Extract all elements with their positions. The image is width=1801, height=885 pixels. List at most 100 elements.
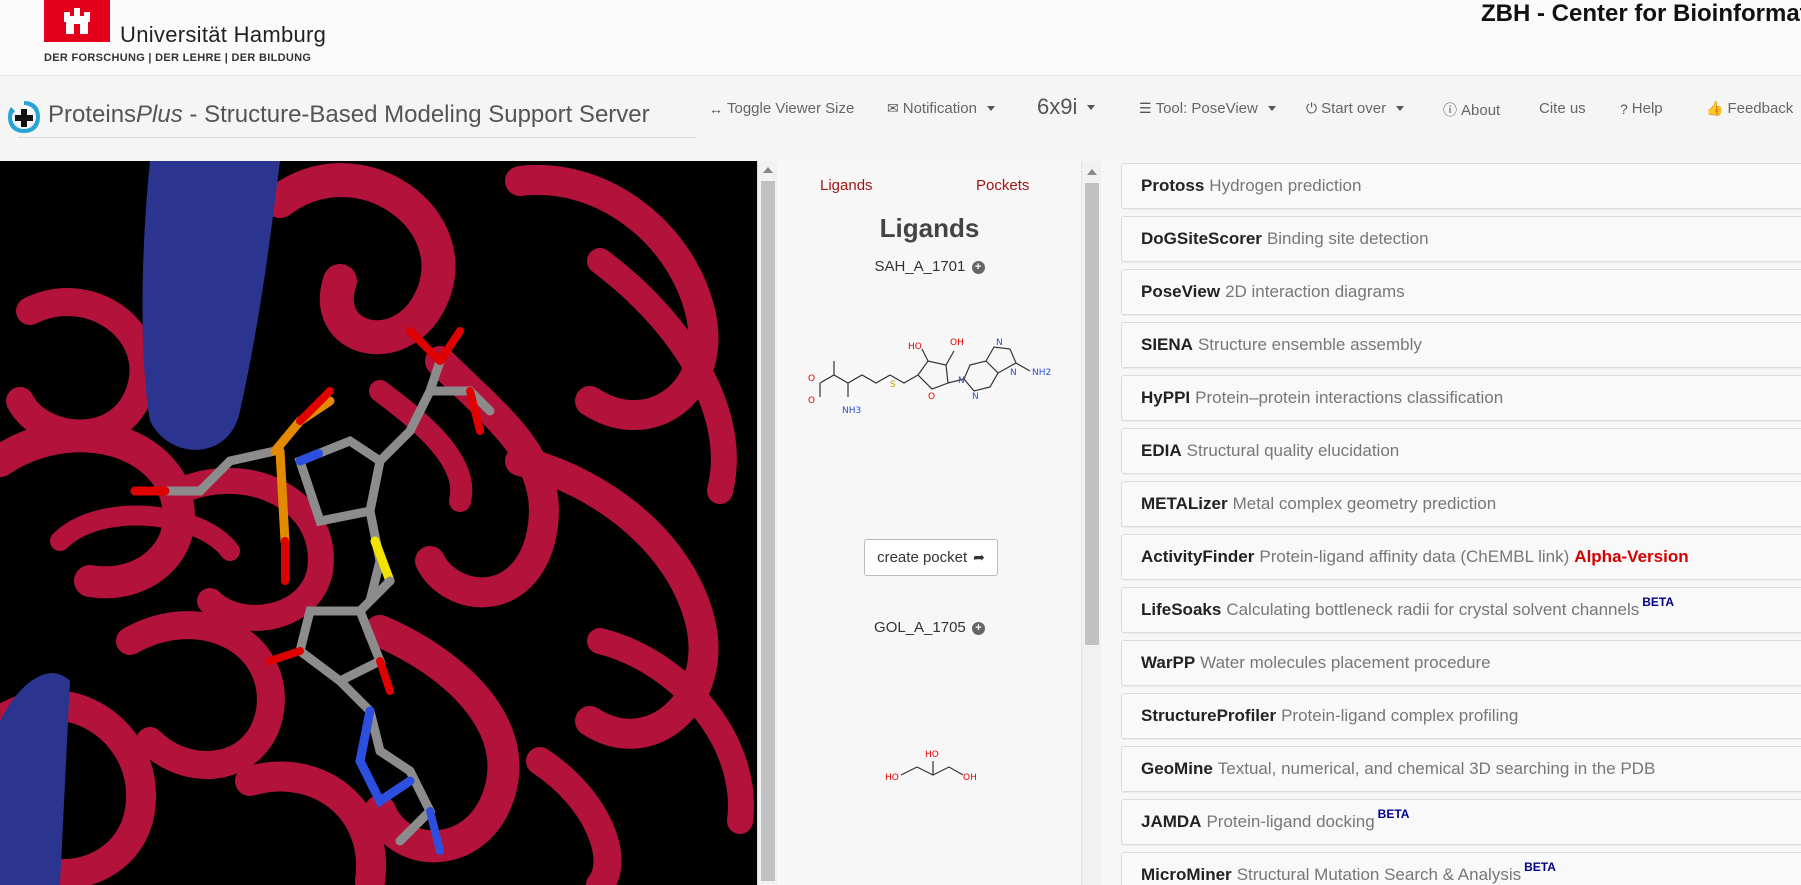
beta-badge: BETA [1377,807,1410,821]
tool-name: ActivityFinder [1141,547,1255,566]
site-title-italic: Plus [136,101,183,128]
horizontal-arrows-icon: ↔ [709,100,723,117]
site-title[interactable]: ProteinsPlus - Structure-Based Modeling … [48,101,650,129]
help-link[interactable]: ? Help [1620,100,1663,117]
gol-2d-structure[interactable]: HO HO OH [883,741,983,791]
scroll-up-arrow-icon[interactable] [1087,169,1097,175]
tab-pockets[interactable]: Pockets [976,177,1029,194]
tool-name: GeoMine [1141,759,1213,778]
tool-description: Protein-ligand docking [1206,812,1375,831]
atom-n: N [958,376,965,386]
proteinsplus-logo-icon[interactable] [6,99,42,135]
tool-dropdown[interactable]: ☰ Tool: PoseView [1139,100,1276,117]
toggle-viewer-label: Toggle Viewer Size [727,100,855,117]
navbar: ProteinsPlus - Structure-Based Modeling … [0,77,1801,161]
ligand-panel-scrollbar[interactable] [1081,161,1101,885]
university-logo[interactable] [44,0,110,42]
atom-o: O [808,396,815,406]
atom-n: N [996,338,1003,348]
plus-circle-icon[interactable]: + [971,261,985,274]
list-icon: ☰ [1139,100,1152,116]
sah-2d-structure[interactable]: O O NH3 S HO OH O N N N N NH2 [798,331,1068,451]
title-underline [18,137,696,138]
atom-s: S [890,380,896,390]
thumbs-up-icon: 👍 [1706,100,1724,116]
info-circle-icon: ⓘ [1443,102,1457,118]
scroll-up-arrow-icon[interactable] [763,167,773,173]
tool-item-jamda[interactable]: JAMDA Protein-ligand docking BETA [1121,799,1801,845]
question-circle-icon: ? [1620,100,1628,117]
about-link[interactable]: ⓘ About [1443,100,1500,120]
caret-down-icon [1396,106,1405,111]
university-name: Universität Hamburg [120,22,327,47]
tool-description: Water molecules placement procedure [1200,653,1491,672]
protein-ribbon-render [0,161,757,885]
alpha-version-badge: Alpha-Version [1574,547,1689,566]
ligand-item-gol[interactable]: GOL_A_1705 + [778,619,1081,636]
atom-n: N [972,392,979,402]
atom-o: O [808,374,815,384]
tool-item-siena[interactable]: SIENA Structure ensemble assembly [1121,322,1801,368]
beta-badge: BETA [1524,860,1556,874]
university-tagline: DER FORSCHUNG | DER LEHRE | DER BILDUNG [44,52,312,64]
tool-item-edia[interactable]: EDIA Structural quality elucidation [1121,428,1801,474]
tool-item-warpp[interactable]: WarPP Water molecules placement procedure [1121,640,1801,686]
tool-description: Hydrogen prediction [1209,176,1362,195]
tool-description: Protein-ligand affinity data (ChEMBL lin… [1259,547,1570,566]
top-banner: Universität Hamburg DER FORSCHUNG | DER … [0,0,1801,76]
tool-item-activityfinder[interactable]: ActivityFinder Protein-ligand affinity da… [1121,534,1801,580]
feedback-label: Feedback [1727,100,1794,117]
atom-ho: HO [925,750,939,760]
toggle-viewer-size-button[interactable]: ↔ Toggle Viewer Size [709,100,854,117]
atom-nh3: NH3 [842,406,861,416]
scrollbar-thumb[interactable] [761,181,775,881]
share-arrow-icon: ➦ [973,549,985,565]
cite-us-link[interactable]: Cite us [1539,100,1586,117]
tool-item-hyppi[interactable]: HyPPI Protein–protein interactions classi… [1121,375,1801,421]
notification-dropdown[interactable]: ✉ Notification [887,100,995,117]
notification-label: Notification [902,100,977,117]
molecule-3d-viewer[interactable] [0,161,757,885]
tool-item-dogsitescorer[interactable]: DoGSiteScorer Binding site detection [1121,216,1801,262]
scrollbar-thumb[interactable] [1085,183,1099,645]
tool-label: Tool: PoseView [1155,100,1258,117]
envelope-icon: ✉ [887,100,899,116]
pdb-code-label: 6x9i [1037,94,1078,119]
tool-item-structureprofiler[interactable]: StructureProfiler Protein-ligand complex … [1121,693,1801,739]
viewer-scrollbar[interactable] [757,161,777,885]
tool-item-microminer[interactable]: MicroMiner Structural Mutation Search & A… [1121,852,1801,885]
tool-name: JAMDA [1141,812,1202,831]
plus-circle-icon[interactable]: + [971,622,985,635]
cite-us-label: Cite us [1539,100,1586,117]
tool-item-metalizer[interactable]: METALizer Metal complex geometry predicti… [1121,481,1801,527]
create-pocket-button[interactable]: create pocket ➦ [864,539,998,576]
zbh-title: ZBH - Center for Bioinformatics [1481,0,1801,27]
start-over-dropdown[interactable]: ⏻ Start over [1306,100,1405,117]
atom-oh: OH [963,773,977,783]
pdb-code-dropdown[interactable]: 6x9i [1037,94,1096,120]
tool-item-lifesoaks[interactable]: LifeSoaks Calculating bottleneck radii fo… [1121,587,1801,633]
tool-description: Calculating bottleneck radii for crystal… [1226,600,1640,619]
tool-item-protoss[interactable]: Protoss Hydrogen prediction [1121,163,1801,209]
tool-name: PoseView [1141,282,1221,301]
tool-description: Structure ensemble assembly [1197,335,1422,354]
atom-n: N [1010,368,1017,378]
ligand-name: SAH_A_1701 [874,258,966,275]
site-title-prefix: Proteins [48,101,137,128]
tool-name: MicroMiner [1141,865,1232,884]
tool-description: Structural quality elucidation [1186,441,1400,460]
tool-item-geomine[interactable]: GeoMine Textual, numerical, and chemical … [1121,746,1801,792]
tool-description: Metal complex geometry prediction [1232,494,1497,513]
tool-description: Structural Mutation Search & Analysis [1236,865,1522,884]
caret-down-icon [1087,104,1096,110]
castle-icon [64,8,90,34]
ligand-item-sah[interactable]: SAH_A_1701 + [778,258,1081,275]
tool-name: HyPPI [1141,388,1191,407]
ligand-name: GOL_A_1705 [874,619,966,636]
create-pocket-label: create pocket [877,549,968,566]
site-title-suffix: - Structure-Based Modeling Support Serve… [182,101,650,128]
tool-item-poseview[interactable]: PoseView 2D interaction diagrams [1121,269,1801,315]
atom-o: O [928,392,935,402]
feedback-link[interactable]: 👍 Feedback [1706,100,1793,117]
tab-ligands[interactable]: Ligands [820,177,873,194]
